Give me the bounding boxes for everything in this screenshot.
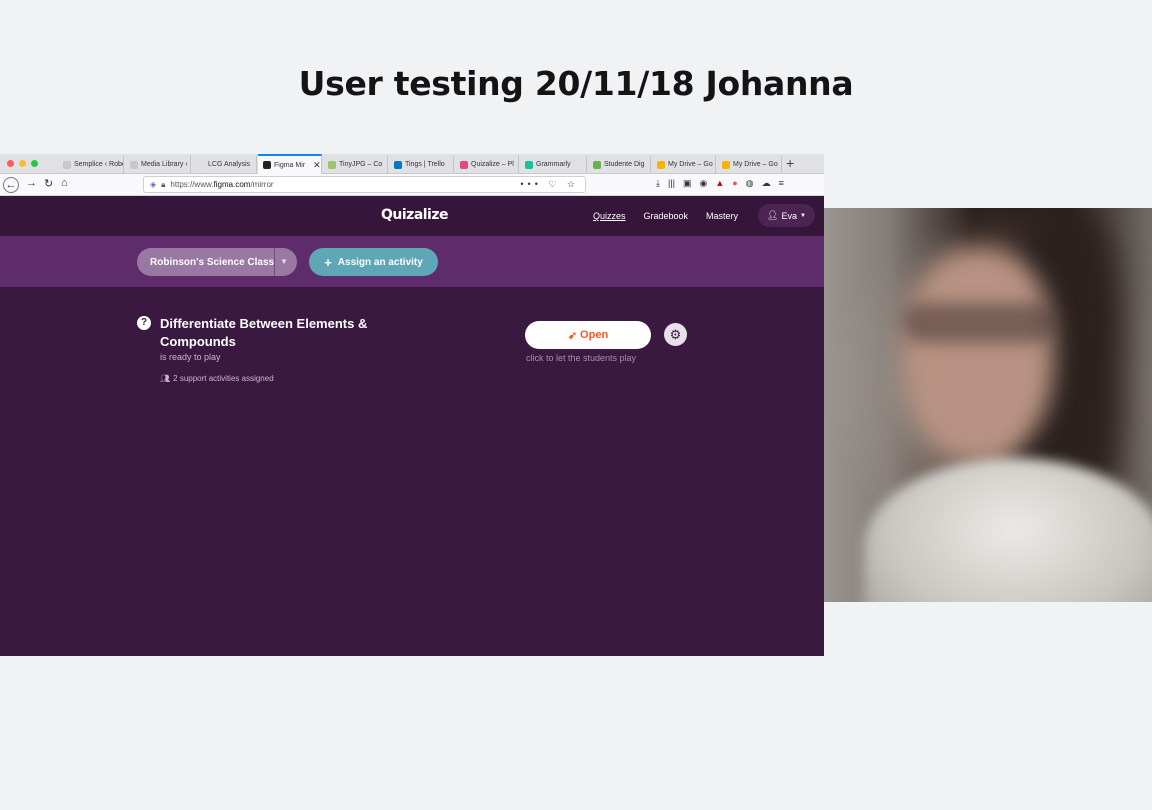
tab-favicon-icon	[722, 160, 730, 169]
chevron-down-icon[interactable]: ▼	[280, 257, 288, 266]
tab-label: Studente Dig	[604, 161, 645, 168]
reload-icon[interactable]: ↻	[44, 177, 53, 190]
home-icon[interactable]: ⌂	[61, 177, 68, 189]
browser-tab[interactable]: Media Library ‹ Ro	[125, 156, 191, 173]
window-controls[interactable]	[7, 160, 38, 167]
tab-favicon-icon	[593, 160, 601, 169]
pdf-icon[interactable]: ▲	[715, 178, 724, 189]
address-bar[interactable]: ◈ 🔒︎ https://www.figma.com/mirror ••• ♡ …	[143, 176, 586, 193]
user-menu-button[interactable]: 👤︎ Eva ▼	[758, 204, 815, 227]
slide-title: User testing 20/11/18 Johanna	[298, 64, 854, 103]
tab-favicon-icon	[263, 161, 271, 169]
tab-favicon-icon	[197, 160, 205, 169]
rocket-icon: ➶	[567, 329, 578, 342]
webcam-video	[824, 208, 1152, 602]
tab-favicon-icon	[657, 160, 665, 169]
app-header: Quizalize Quizzes Gradebook Mastery 👤︎ E…	[0, 196, 824, 236]
fire-icon[interactable]: ●	[732, 178, 737, 189]
tab-label: Grammarly	[536, 161, 571, 168]
close-tab-icon[interactable]: ✕	[313, 160, 321, 171]
tab-label: Figma Mir	[274, 161, 306, 169]
tab-favicon-icon	[394, 160, 402, 169]
tab-favicon-icon	[460, 160, 468, 169]
class-name: Robinson's Science Class	[150, 256, 275, 268]
library-icon[interactable]: |||	[668, 178, 675, 189]
browser-tab[interactable]: Quizalize – Pl	[455, 156, 519, 173]
browser-tab[interactable]: Tings | Trello	[389, 156, 454, 173]
url-text: https://www.figma.com/mirror	[170, 180, 274, 189]
browser-tab[interactable]: Grammarly	[520, 156, 587, 173]
tab-favicon-icon	[525, 160, 533, 169]
open-label: Open	[580, 329, 609, 341]
tab-label: Media Library ‹ Ro	[141, 161, 190, 168]
assign-activity-button[interactable]: + Assign an activity	[309, 248, 438, 276]
tracking-shield-icon: ◈	[150, 180, 157, 189]
browser-tab[interactable]: Semplice ‹ Rober	[58, 156, 124, 173]
tab-bar: Semplice ‹ Rober Media Library ‹ Ro LCG An…	[0, 154, 824, 174]
account-icon[interactable]: ◍	[746, 178, 754, 189]
question-icon: ?	[137, 316, 151, 330]
tab-favicon-icon	[130, 160, 138, 169]
sidebar-icon[interactable]: ▣	[683, 178, 692, 189]
cloud-icon[interactable]: ☁	[762, 178, 771, 189]
tab-label: TinyJPG – Co	[339, 161, 383, 168]
browser-tab[interactable]: LCG Analysis	[192, 156, 257, 173]
support-activities: 👥︎ 2 support activities assigned	[160, 374, 274, 383]
activity-title[interactable]: Differentiate Between Elements & Compoun…	[160, 315, 370, 351]
nav-quizzes[interactable]: Quizzes	[593, 211, 626, 221]
activity-status: is ready to play	[160, 352, 221, 362]
minimize-window-icon[interactable]	[19, 160, 26, 167]
quizalize-logo[interactable]: Quizalize	[381, 207, 449, 223]
tab-label: My Drive – Go	[733, 161, 778, 168]
extension-icon[interactable]: ◉	[700, 178, 708, 189]
browser-tab[interactable]: My Drive – Go	[717, 156, 782, 173]
maximize-window-icon[interactable]	[31, 160, 38, 167]
tab-favicon-icon	[63, 160, 71, 169]
group-icon: 👥︎	[160, 374, 171, 383]
browser-tab[interactable]: Figma Mir ✕	[258, 154, 322, 174]
tab-label: Tings | Trello	[405, 161, 445, 168]
browser-window: Semplice ‹ Rober Media Library ‹ Ro LCG An…	[0, 154, 824, 656]
browser-tab[interactable]: TinyJPG – Co	[323, 156, 388, 173]
download-icon[interactable]: ⤓	[656, 178, 660, 189]
activity-panel: ? Differentiate Between Elements & Compo…	[0, 287, 824, 656]
tab-label: LCG Analysis	[208, 161, 251, 168]
tab-label: Semplice ‹ Rober	[74, 161, 124, 168]
page-actions[interactable]: ••• ♡ ☆	[520, 179, 579, 190]
forward-icon[interactable]: →	[26, 177, 37, 189]
support-activities-text: 2 support activities assigned	[173, 374, 274, 383]
browser-tab[interactable]: My Drive – Go	[652, 156, 716, 173]
assign-activity-label: Assign an activity	[337, 256, 423, 268]
class-selector-divider	[274, 248, 275, 276]
user-name: Eva	[781, 210, 797, 221]
caret-down-icon: ▼	[800, 212, 806, 219]
open-hint: click to let the students play	[526, 353, 637, 363]
gear-icon[interactable]: ⚙	[664, 323, 687, 346]
tab-label: My Drive – Go	[668, 161, 713, 168]
menu-icon[interactable]: ≡	[779, 178, 784, 189]
tab-label: Quizalize – Pl	[471, 161, 514, 168]
plus-icon: +	[324, 254, 332, 270]
toolbar-icons: ⤓ ||| ▣ ◉ ▲ ● ◍ ☁ ≡	[656, 178, 784, 189]
lock-icon: 🔒︎	[161, 179, 166, 189]
nav-mastery[interactable]: Mastery	[706, 211, 738, 221]
class-bar: Robinson's Science Class ▼ + Assign an a…	[0, 236, 824, 287]
main-nav: Quizzes Gradebook Mastery	[593, 211, 738, 221]
navigation-bar: ← → ↻ ⌂ ◈ 🔒︎ https://www.figma.com/mirro…	[0, 174, 824, 196]
nav-gradebook[interactable]: Gradebook	[644, 211, 689, 221]
user-icon: 👤︎	[767, 210, 779, 220]
open-button[interactable]: ➶ Open	[525, 321, 651, 349]
browser-tab[interactable]: Studente Dig	[588, 156, 651, 173]
tab-favicon-icon	[328, 160, 336, 169]
class-selector[interactable]: Robinson's Science Class ▼	[137, 248, 297, 276]
back-icon[interactable]: ←	[3, 177, 19, 193]
new-tab-icon[interactable]: +	[786, 155, 794, 171]
close-window-icon[interactable]	[7, 160, 14, 167]
